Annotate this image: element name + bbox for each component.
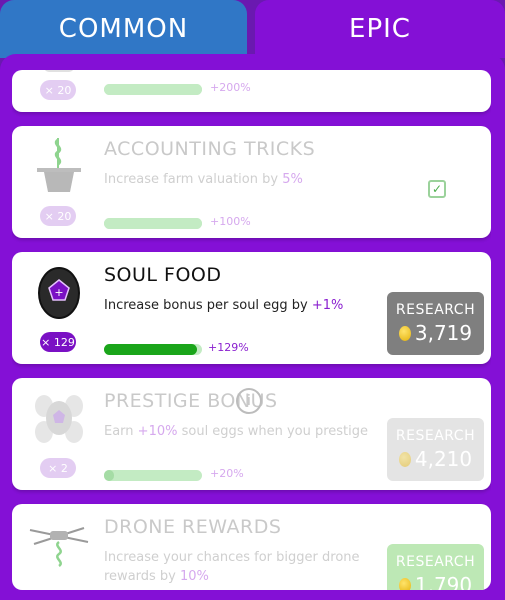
- research-card-accounting-tricks: ACCOUNTING TRICKS Increase farm valuatio…: [12, 126, 491, 238]
- research-cost: 4,210: [398, 447, 472, 471]
- research-progress-fill: [104, 344, 198, 355]
- stand-icon: [45, 70, 73, 72]
- research-button-label: RESEARCH: [395, 428, 476, 444]
- research-cost: 1,790: [398, 573, 472, 590]
- research-progress-bar: [104, 218, 202, 229]
- research-progress-fill: [104, 470, 114, 481]
- coin-icon: [398, 451, 411, 467]
- tab-common[interactable]: COMMON: [0, 0, 247, 58]
- research-title: ACCOUNTING TRICKS: [104, 138, 316, 160]
- research-button[interactable]: RESEARCH 1,790: [387, 544, 484, 590]
- research-progress-bar: [104, 84, 202, 95]
- research-description: Increase farm valuation by 5%: [104, 172, 303, 187]
- research-button[interactable]: RESEARCH 3,719: [387, 292, 484, 355]
- research-progress-fill: [104, 84, 202, 95]
- drone-icon: [29, 527, 89, 568]
- research-progress-percent: +200%: [210, 81, 251, 94]
- research-list[interactable]: × 20 +200% ACCOUNTING TRICKS Increase fa…: [12, 70, 491, 590]
- research-progress-percent: +100%: [210, 215, 251, 228]
- research-title: DRONE REWARDS: [104, 516, 282, 538]
- research-progress-bar: [104, 344, 202, 355]
- soul-egg-icon: +: [38, 267, 80, 319]
- completed-check-icon: ✓: [428, 180, 446, 198]
- coin-icon: [398, 325, 411, 341]
- research-progress-fill: [104, 218, 202, 229]
- tab-epic[interactable]: EPIC: [255, 0, 505, 58]
- research-title: SOUL FOOD: [104, 264, 222, 286]
- research-card-top: × 20 +200%: [12, 70, 491, 112]
- prestige-eggs-icon: [35, 395, 83, 443]
- research-description: Increase bonus per soul egg by +1%: [104, 298, 344, 313]
- research-description: Earn +10% soul eggs when you prestige: [104, 424, 369, 439]
- research-cost: 3,719: [398, 321, 472, 345]
- research-level-badge: × 129: [40, 332, 76, 352]
- research-level-badge: × 2: [40, 458, 76, 478]
- svg-text:+: +: [54, 286, 63, 299]
- info-icon[interactable]: i: [236, 388, 262, 414]
- research-button-label: RESEARCH: [395, 554, 476, 570]
- research-level-badge: × 20: [40, 206, 76, 226]
- research-card-drone-rewards: DRONE REWARDS Increase your chances for …: [12, 504, 491, 590]
- research-progress-bar: [104, 470, 202, 481]
- research-card-prestige-bonus: PRESTIGE BONUS i Earn +10% soul eggs whe…: [12, 378, 491, 490]
- research-button-label: RESEARCH: [395, 302, 476, 318]
- research-level-badge: × 20: [40, 80, 76, 100]
- research-progress-percent: +20%: [210, 467, 244, 480]
- research-description: Increase your chances for bigger drone r…: [104, 550, 360, 584]
- coin-icon: [398, 577, 411, 590]
- research-button[interactable]: RESEARCH 4,210: [387, 418, 484, 481]
- research-progress-percent: +129%: [208, 341, 249, 354]
- money-hat-icon: [37, 138, 81, 192]
- research-card-soul-food: + SOUL FOOD Increase bonus per soul egg …: [12, 252, 491, 364]
